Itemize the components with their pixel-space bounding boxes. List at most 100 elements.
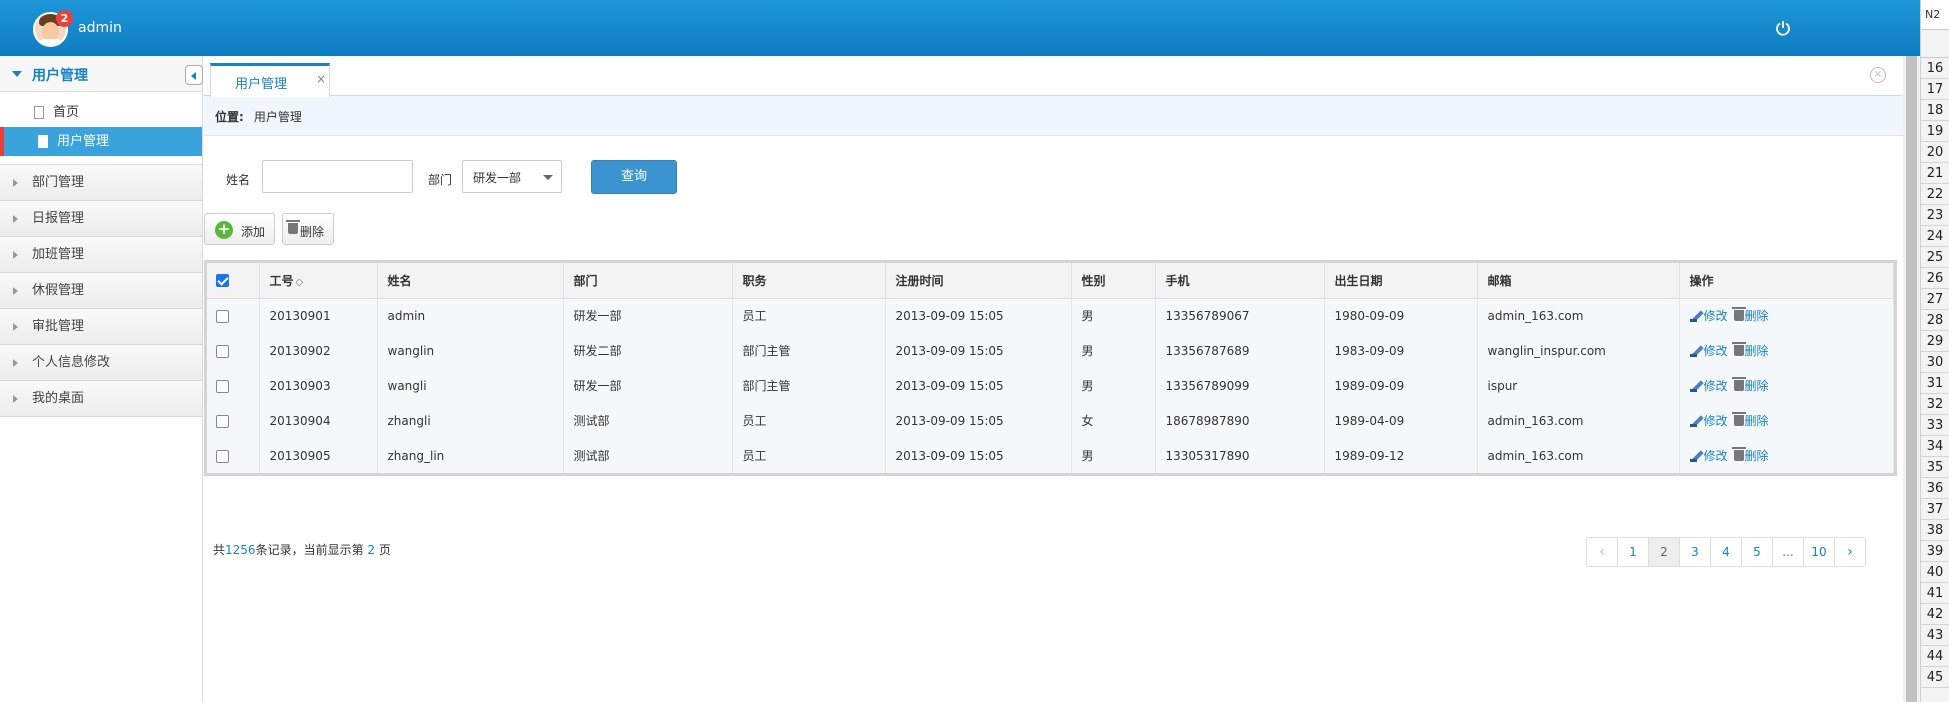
tab-user-management[interactable]: 用户管理 × xyxy=(210,63,330,97)
row-number: 39 xyxy=(1921,541,1949,562)
row-checkbox[interactable] xyxy=(216,309,229,323)
sidebar-section-department[interactable]: 部门管理 xyxy=(0,165,202,201)
cell-department: 研发一部 xyxy=(563,298,733,333)
delete-link[interactable]: 删除 xyxy=(1728,412,1769,428)
column-header-id[interactable]: 工号 ◇ xyxy=(259,263,378,299)
sidebar-item-user-management[interactable]: 用户管理 xyxy=(0,127,202,156)
delete-button[interactable]: 删除 xyxy=(282,213,334,245)
row-number: 20 xyxy=(1921,142,1949,163)
close-all-tabs-icon[interactable]: × xyxy=(1870,67,1886,83)
trash-icon xyxy=(1731,307,1746,322)
row-checkbox[interactable] xyxy=(216,449,229,463)
edit-link[interactable]: 修改 xyxy=(1689,379,1728,393)
delete-link[interactable]: 删除 xyxy=(1728,307,1769,323)
cell-actions: 修改 删除 xyxy=(1679,438,1894,473)
row-checkbox[interactable] xyxy=(216,344,229,358)
search-panel: 姓名 部门 研发一部 查询 + 添加 删除 xyxy=(204,136,1903,246)
cell-gender: 男 xyxy=(1071,368,1156,403)
sidebar-section-approval[interactable]: 审批管理 xyxy=(0,309,202,345)
page-button[interactable]: 10 xyxy=(1803,537,1835,567)
column-header-birth-date: 出生日期 xyxy=(1324,263,1478,299)
delete-link[interactable]: 删除 xyxy=(1728,377,1769,393)
row-number: 29 xyxy=(1921,331,1949,352)
cell-id: 20130902 xyxy=(259,333,378,368)
vertical-scrollbar[interactable] xyxy=(1903,56,1920,702)
trash-icon xyxy=(1731,447,1746,461)
table-body: 20130901 admin 研发一部 员工 2013-09-09 15:05 男 1335… xyxy=(207,298,1894,473)
select-all-checkbox[interactable] xyxy=(216,274,229,288)
column-header-actions: 操作 xyxy=(1679,263,1894,299)
name-input[interactable] xyxy=(262,160,413,193)
row-number: 18 xyxy=(1921,100,1949,121)
row-number: 42 xyxy=(1921,604,1949,625)
breadcrumb-value: 用户管理 xyxy=(253,110,302,124)
next-page-button[interactable]: › xyxy=(1834,537,1866,567)
caret-right-icon xyxy=(13,395,18,403)
tab-bar: 用户管理 × × xyxy=(204,56,1903,97)
query-button[interactable]: 查询 xyxy=(591,160,677,194)
department-label: 部门 xyxy=(428,173,453,187)
cell-name: wangli xyxy=(377,368,564,403)
delete-link[interactable]: 删除 xyxy=(1728,447,1769,463)
cell-department: 测试部 xyxy=(563,403,733,438)
row-checkbox[interactable] xyxy=(216,379,229,393)
caret-right-icon xyxy=(13,287,18,295)
breadcrumb-key: 位置: xyxy=(215,110,244,124)
sidebar-item-home[interactable]: 首页 xyxy=(0,98,202,127)
table-row: 20130904 zhangli 测试部 员工 2013-09-09 15:05 女 186… xyxy=(207,403,1894,438)
sidebar-menu-header[interactable]: 用户管理 xyxy=(0,56,203,92)
edit-link[interactable]: 修改 xyxy=(1689,414,1728,428)
caret-right-icon xyxy=(13,359,18,367)
sidebar-item-label: 首页 xyxy=(53,105,80,120)
column-header-register-time: 注册时间 xyxy=(885,263,1072,299)
scrollbar-thumb[interactable] xyxy=(1906,56,1917,702)
plus-icon: + xyxy=(215,221,233,239)
username-label[interactable]: admin xyxy=(78,20,122,36)
cell-actions: 修改 删除 xyxy=(1679,368,1894,403)
row-number: 40 xyxy=(1921,562,1949,583)
add-button[interactable]: + 添加 xyxy=(204,213,275,245)
cell-birth-date: 1983-09-09 xyxy=(1324,333,1478,368)
table-row: 20130905 zhang_lin 测试部 员工 2013-09-09 15:05 男 1… xyxy=(207,438,1894,473)
column-header-label: 工号 xyxy=(269,273,294,288)
page-button[interactable]: 1 xyxy=(1617,537,1649,567)
column-header-phone: 手机 xyxy=(1155,263,1325,299)
sidebar-section-leave[interactable]: 休假管理 xyxy=(0,273,202,309)
edit-link[interactable]: 修改 xyxy=(1689,449,1728,463)
cell-name: zhang_lin xyxy=(377,438,564,473)
cell-reference[interactable]: N2 xyxy=(1921,0,1949,30)
sidebar-section-my-desktop[interactable]: 我的桌面 xyxy=(0,381,202,417)
cell-birth-date: 1980-09-09 xyxy=(1324,298,1478,333)
edit-link-label: 修改 xyxy=(1703,309,1728,324)
close-tab-icon[interactable]: × xyxy=(316,72,326,86)
cell-gender: 男 xyxy=(1071,333,1156,368)
row-checkbox[interactable] xyxy=(216,414,229,428)
power-icon[interactable] xyxy=(1775,20,1791,36)
edit-link-label: 修改 xyxy=(1703,449,1728,463)
delete-link[interactable]: 删除 xyxy=(1728,342,1769,358)
summary-prefix: 共 xyxy=(213,543,226,557)
row-number: 32 xyxy=(1921,394,1949,415)
row-number: 34 xyxy=(1921,436,1949,457)
sidebar-section-profile-edit[interactable]: 个人信息修改 xyxy=(0,345,202,381)
sort-icon[interactable]: ◇ xyxy=(296,277,304,288)
prev-page-button[interactable]: ‹ xyxy=(1586,537,1618,567)
page-button-current[interactable]: 2 xyxy=(1648,537,1680,567)
sidebar-section-overtime[interactable]: 加班管理 xyxy=(0,237,202,273)
notification-badge[interactable]: 2 xyxy=(56,10,73,27)
delete-button-label: 删除 xyxy=(300,225,325,239)
edit-link[interactable]: 修改 xyxy=(1689,344,1728,358)
page-button[interactable]: 5 xyxy=(1741,537,1773,567)
sidebar-section-daily-report[interactable]: 日报管理 xyxy=(0,201,202,237)
caret-right-icon xyxy=(13,179,18,187)
table-row: 20130901 admin 研发一部 员工 2013-09-09 15:05 男 1335… xyxy=(207,298,1894,333)
page-button[interactable]: 4 xyxy=(1710,537,1742,567)
cell-actions: 修改 删除 xyxy=(1679,333,1894,368)
department-select[interactable]: 研发一部 xyxy=(462,160,562,193)
sidebar-section-label: 审批管理 xyxy=(32,319,85,334)
collapse-sidebar-button[interactable] xyxy=(185,65,203,85)
row-number: 36 xyxy=(1921,478,1949,499)
row-select-cell xyxy=(207,298,260,333)
edit-link[interactable]: 修改 xyxy=(1689,309,1728,324)
page-button[interactable]: 3 xyxy=(1679,537,1711,567)
